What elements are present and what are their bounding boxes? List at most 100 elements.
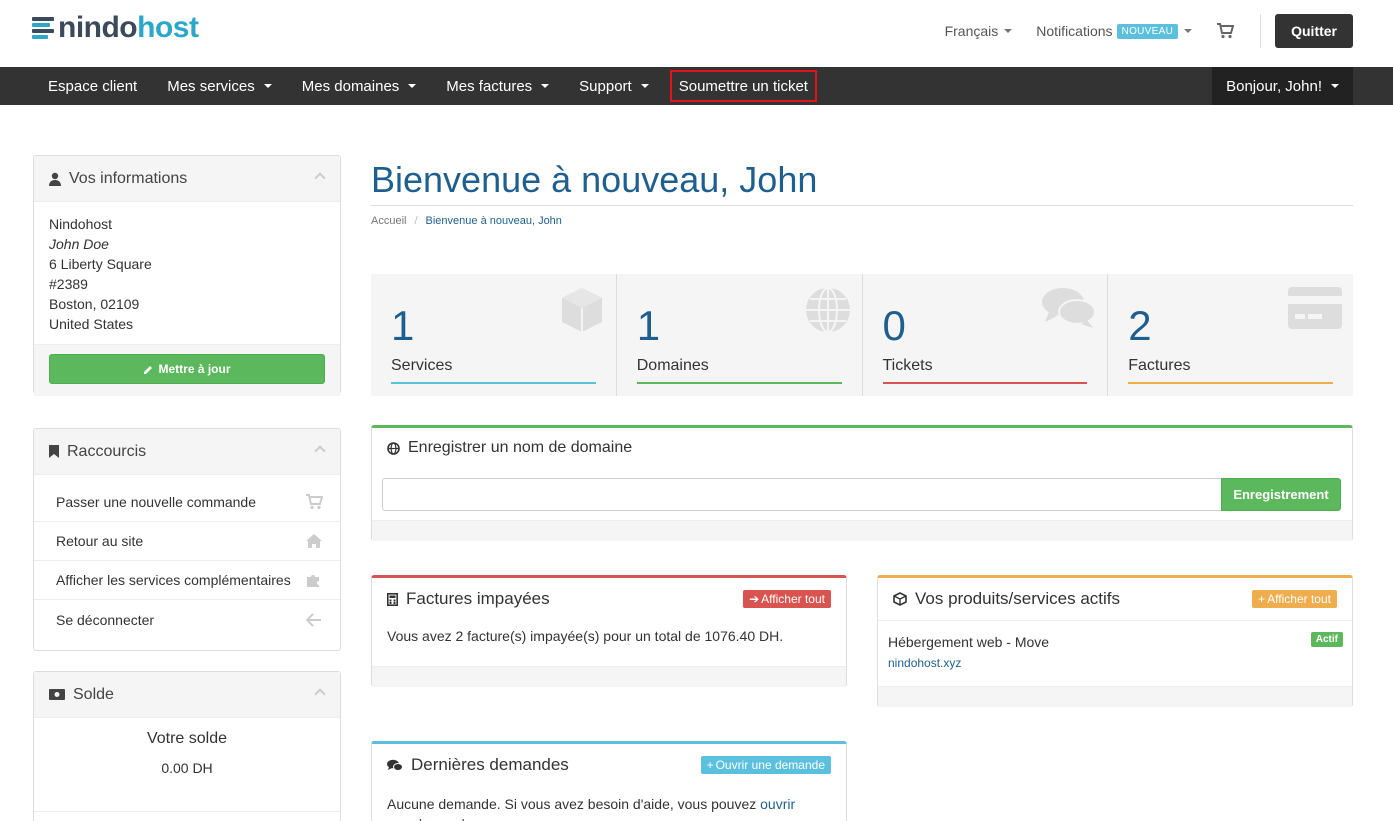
stat-value: 1 [636,302,661,349]
caret-down-icon [1184,29,1193,33]
calculator-icon [387,592,398,606]
cube-icon [558,286,606,337]
stat-value: 0 [882,302,906,349]
card-title: Vos produits/services actifs [915,589,1121,608]
view-all-invoices-button[interactable]: ➔ Afficher tout [743,590,831,608]
nav-mes-domaines[interactable]: Mes domaines [287,67,432,105]
bookmark-icon [49,445,59,458]
card-recent-tickets: Dernières demandes + Ouvrir une demande A… [371,741,847,821]
stat-label: Domaines [636,357,709,374]
address-line-1: 6 Liberty Square [49,256,152,272]
balance-label: Votre solde [146,730,228,747]
register-button[interactable]: Enregistrement [1221,478,1341,511]
stat-bar [882,382,1088,384]
caret-down-icon [1331,84,1339,88]
plus-icon: + [1258,592,1266,606]
globe-icon [804,286,852,337]
main-navbar: Espace client Mes services Mes domaines … [0,67,1393,105]
quit-button[interactable]: Quitter [1275,14,1353,48]
caret-down-icon [640,84,649,88]
nav-submit-ticket[interactable]: Soumettre un ticket [669,70,817,102]
stat-label: Factures [1128,357,1191,374]
logo-text: nindohost [58,11,199,44]
language-selector[interactable]: Français [945,23,1013,39]
contact-name: John Doe [49,236,109,252]
panel-header[interactable]: Solde [34,672,340,718]
stats-tiles: 1 Services 1 Domaines 0 Tickets 2 Factur… [371,274,1353,396]
product-domain-link[interactable]: nindohost.xyz [888,656,961,670]
stat-bar [1128,382,1333,384]
stat-bar [636,382,842,384]
panel-header[interactable]: Vos informations [34,156,340,202]
breadcrumb: Accueil / Bienvenue à nouveau, John [371,215,562,227]
panel-shortcuts: Raccourcis Passer une nouvelle commande … [33,428,341,651]
panel-balance: Solde Votre solde 0.00 DH [33,671,341,821]
logo-mark-icon [32,16,56,40]
caret-down-icon [541,84,550,88]
shopping-cart-icon[interactable] [1216,23,1235,39]
card-title: Factures impayées [406,589,550,608]
user-icon [49,172,61,186]
panel-title: Solde [73,685,114,703]
arrow-right-icon: ➔ [749,592,760,606]
view-all-products-button[interactable]: + Afficher tout [1252,590,1337,608]
country: United States [49,316,134,332]
chevron-up-icon[interactable] [314,688,326,700]
card-title: Enregistrer un nom de domaine [408,439,633,456]
chevron-up-icon[interactable] [314,445,326,457]
caret-down-icon [263,84,272,88]
cube-icon [893,592,907,606]
credit-card-icon [1287,286,1343,333]
stat-bar [391,382,596,384]
card-active-products: Vos produits/services actifs + Afficher t… [877,575,1353,707]
card-header: Dernières demandes + Ouvrir une demande [372,744,846,786]
address-line-2: #2389 [49,276,88,292]
domain-search-input[interactable] [382,478,1222,511]
shopping-cart-icon [304,494,324,510]
divider [1260,14,1262,48]
update-button[interactable]: Mettre à jour [49,354,325,384]
card-header: Enregistrer un nom de domaine [372,428,1352,468]
nav-support[interactable]: Support [564,67,664,105]
open-ticket-button[interactable]: + Ouvrir une demande [700,756,831,774]
shortcut-back-to-site[interactable]: Retour au site [34,522,340,561]
status-badge: Actif [1310,632,1343,647]
nav-mes-services[interactable]: Mes services [152,67,287,105]
shortcut-new-order[interactable]: Passer une nouvelle commande [34,483,340,522]
shortcut-logout[interactable]: Se déconnecter [34,600,340,639]
stat-services[interactable]: 1 Services [371,274,617,396]
card-domain-register: Enregistrer un nom de domaine Enregistre… [371,425,1353,541]
top-bar: nindohost Français Notifications NOUVEAU… [0,0,1393,67]
pencil-icon [143,364,154,375]
tickets-empty-text: Aucune demande. Si vous avez besoin d'ai… [372,786,832,821]
stat-value: 1 [391,302,415,349]
stat-label: Services [391,357,453,374]
user-menu[interactable]: Bonjour, John! [1212,67,1353,105]
nav-mes-factures[interactable]: Mes factures [431,67,564,105]
breadcrumb-current: Bienvenue à nouveau, John [425,215,562,227]
stat-domains[interactable]: 1 Domaines [617,274,863,396]
panel-title: Raccourcis [67,442,147,460]
stat-invoices[interactable]: 2 Factures [1108,274,1353,396]
breadcrumb-home[interactable]: Accueil [371,215,406,227]
shortcut-addons[interactable]: Afficher les services complémentaires [34,561,340,600]
stat-tickets[interactable]: 0 Tickets [863,274,1109,396]
card-header: Vos produits/services actifs + Afficher t… [878,578,1352,620]
globe-icon [387,441,400,455]
chevron-up-icon[interactable] [314,172,326,184]
company-name: Nindohost [49,216,113,232]
money-icon [49,689,65,700]
logo[interactable]: nindohost [32,11,199,44]
panel-header[interactable]: Raccourcis [34,429,340,475]
card-header: Factures impayées ➔ Afficher tout [372,578,846,620]
notifications-badge: NOUVEAU [1116,23,1179,39]
product-name[interactable]: Hébergement web - Move [888,634,1342,650]
unpaid-text: Vous avez 2 facture(s) impayée(s) pour u… [387,628,784,644]
panel-title: Vos informations [69,169,188,187]
caret-down-icon [408,84,417,88]
notifications-menu[interactable]: Notifications NOUVEAU [1036,23,1193,39]
divider [371,205,1353,206]
card-title: Dernières demandes [411,755,569,774]
nav-espace-client[interactable]: Espace client [33,67,152,105]
caret-down-icon [1004,29,1013,33]
